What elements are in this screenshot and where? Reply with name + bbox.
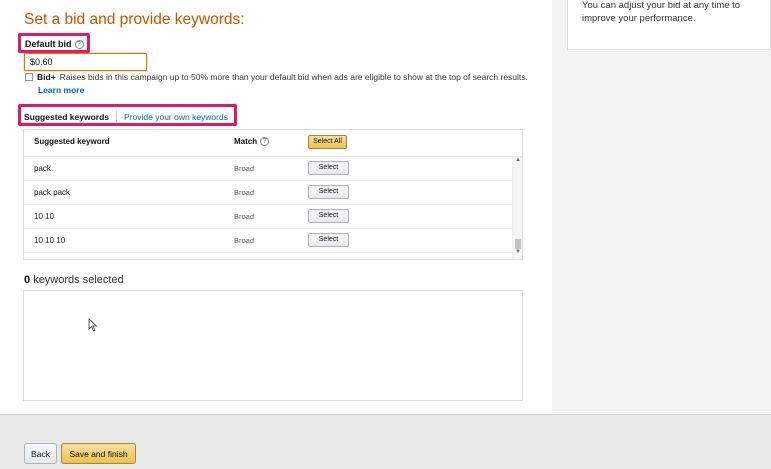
table-header: Suggested keyword Match? Select All bbox=[24, 130, 522, 157]
scroll-down-arrow-icon[interactable]: ▼ bbox=[515, 249, 521, 255]
select-keyword-button[interactable]: Select bbox=[308, 185, 349, 199]
keywords-selected-heading: 0 keywords selected bbox=[24, 274, 124, 286]
right-panel: You can adjust your bid at any time to i… bbox=[552, 0, 771, 414]
save-and-finish-button[interactable]: Save and finish bbox=[61, 443, 136, 464]
keywords-selected-label: keywords selected bbox=[33, 274, 124, 286]
select-keyword-button[interactable]: Select bbox=[308, 233, 349, 247]
table-row: 10 10 Broad Select bbox=[24, 205, 512, 229]
keyword-cell: pack bbox=[34, 164, 51, 173]
main-content: Set a bid and provide keywords: Default … bbox=[0, 0, 552, 414]
learn-more-link[interactable]: Learn more bbox=[38, 85, 84, 95]
tip-box: You can adjust your bid at any time to i… bbox=[567, 0, 771, 50]
tip-line-1: You can adjust your bid at any time to bbox=[582, 0, 741, 11]
question-circle-icon[interactable]: ? bbox=[74, 40, 84, 50]
keyword-tabs: Suggested keywords Provide your own keyw… bbox=[24, 111, 228, 122]
bid-plus-row: Bid+ Raises bids in this campaign up to … bbox=[25, 72, 528, 82]
column-header-keyword: Suggested keyword bbox=[34, 137, 110, 146]
column-header-match-label: Match bbox=[234, 137, 258, 146]
tab-provide-own-keywords[interactable]: Provide your own keywords bbox=[124, 112, 228, 122]
bid-plus-checkbox[interactable] bbox=[25, 73, 33, 81]
select-keyword-button[interactable]: Select bbox=[308, 161, 349, 175]
table-row: 10 10 10 Broad Select bbox=[24, 229, 512, 253]
match-cell: Broad bbox=[234, 212, 255, 221]
back-button[interactable]: Back bbox=[24, 443, 57, 464]
page-title: Set a bid and provide keywords: bbox=[24, 11, 245, 28]
match-cell: Broad bbox=[234, 188, 255, 197]
tab-suggested-keywords[interactable]: Suggested keywords bbox=[24, 112, 109, 122]
tab-divider bbox=[116, 111, 118, 122]
select-all-button[interactable]: Select All bbox=[308, 135, 347, 149]
table-row: pack pack Broad Select bbox=[24, 181, 512, 205]
scroll-up-arrow-icon[interactable]: ▲ bbox=[515, 157, 521, 163]
column-header-match: Match? bbox=[234, 137, 270, 146]
scroll-thumb[interactable] bbox=[515, 239, 521, 249]
keyword-cell: 10 10 bbox=[34, 212, 55, 221]
suggested-keywords-table: Suggested keyword Match? Select All pack… bbox=[23, 129, 523, 260]
selected-keywords-area bbox=[23, 290, 523, 401]
tip-line-2: improve your performance. bbox=[582, 12, 696, 24]
mouse-cursor-icon bbox=[88, 318, 98, 332]
bid-plus-description: Raises bids in this campaign up to 50% m… bbox=[59, 72, 528, 82]
bid-plus-label: Bid+ bbox=[37, 72, 56, 82]
question-circle-icon[interactable]: ? bbox=[260, 137, 270, 146]
default-bid-input[interactable] bbox=[24, 53, 147, 71]
default-bid-label: Default bid? bbox=[25, 39, 84, 50]
default-bid-text: Default bid bbox=[25, 39, 72, 49]
keyword-cell: pack pack bbox=[34, 188, 71, 197]
keywords-selected-count: 0 bbox=[24, 274, 31, 286]
table-row: pack Broad Select bbox=[24, 157, 512, 181]
table-scrollbar[interactable]: ▲ ▼ bbox=[512, 157, 522, 259]
select-keyword-button[interactable]: Select bbox=[308, 209, 349, 223]
match-cell: Broad bbox=[234, 236, 255, 245]
match-cell: Broad bbox=[234, 164, 255, 173]
keyword-cell: 10 10 10 bbox=[34, 236, 66, 245]
